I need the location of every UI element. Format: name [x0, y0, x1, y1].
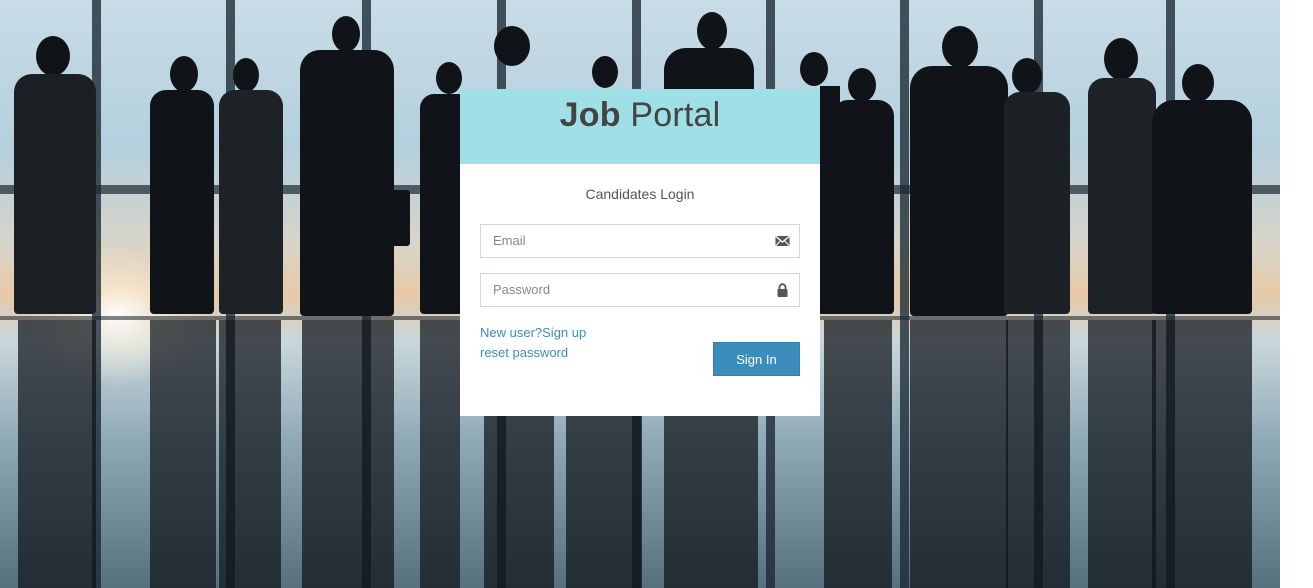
login-box: Job Portal Candidates Login New user?Sig…: [460, 89, 820, 416]
person-silhouette: [233, 58, 259, 92]
person-silhouette: [800, 52, 828, 86]
reflection: [1152, 320, 1252, 588]
login-subtitle: Candidates Login: [585, 186, 695, 202]
reflection: [150, 320, 216, 588]
person-silhouette: [332, 16, 360, 52]
password-field-wrapper: [480, 273, 800, 307]
reflection: [18, 320, 96, 588]
person-silhouette: [1012, 58, 1042, 94]
reflection: [302, 320, 394, 588]
briefcase-silhouette: [386, 190, 410, 246]
person-silhouette: [14, 74, 96, 314]
brand-logo-bold: Job: [559, 96, 621, 134]
reflection: [910, 320, 1008, 588]
email-input[interactable]: [481, 225, 775, 255]
person-silhouette: [848, 68, 876, 102]
email-field-wrapper: [480, 224, 800, 258]
reflection: [664, 416, 758, 588]
person-silhouette: [910, 66, 1008, 316]
reflection: [1088, 320, 1156, 588]
person-silhouette: [942, 26, 978, 68]
window-mullion: [900, 0, 909, 588]
person-silhouette: [300, 50, 394, 316]
login-links: New user?Sign up reset password: [480, 323, 586, 363]
brand-logo: Job Portal: [560, 96, 721, 135]
person-silhouette: [697, 12, 727, 50]
person-silhouette: [170, 56, 198, 92]
reflection: [566, 416, 642, 588]
reflection: [219, 320, 281, 588]
person-silhouette: [1104, 38, 1138, 80]
signup-link[interactable]: New user?Sign up: [480, 323, 586, 343]
sign-in-button[interactable]: Sign In: [713, 342, 800, 376]
person-silhouette: [832, 100, 894, 314]
brand-logo-light: Portal: [630, 96, 721, 134]
reset-password-link[interactable]: reset password: [480, 343, 586, 363]
reflection: [824, 320, 892, 588]
person-silhouette: [219, 90, 283, 314]
lock-icon: [777, 283, 788, 297]
person-silhouette: [1004, 92, 1070, 314]
person-silhouette: [1152, 100, 1252, 314]
person-silhouette: [150, 90, 214, 314]
reflection: [420, 320, 460, 588]
person-silhouette: [592, 56, 618, 88]
person-silhouette: [36, 36, 70, 76]
person-silhouette: [1088, 78, 1156, 314]
reflection: [484, 416, 554, 588]
person-silhouette: [436, 62, 462, 94]
login-header: Job Portal: [460, 89, 820, 164]
reflection: [1006, 320, 1070, 588]
person-silhouette: [420, 94, 464, 314]
person-silhouette: [1182, 64, 1214, 102]
person-silhouette: [494, 26, 530, 66]
envelope-icon: [775, 235, 790, 246]
password-input[interactable]: [481, 274, 775, 304]
